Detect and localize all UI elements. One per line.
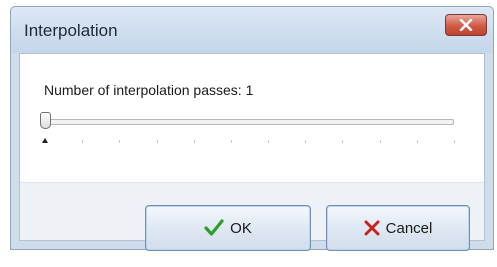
slider-tick <box>416 140 418 143</box>
slider-current-tick-marker <box>42 138 48 143</box>
slider-tick <box>119 140 121 143</box>
slider-tick <box>305 140 307 143</box>
slider-tick <box>193 140 195 143</box>
passes-label-row: Number of interpolation passes: 1 <box>44 82 253 98</box>
slider-tick <box>268 140 270 143</box>
slider-tick <box>156 140 158 143</box>
slider-tick <box>230 140 232 143</box>
close-x-icon <box>459 19 473 31</box>
content-area: Number of interpolation passes: 1 <box>20 54 484 182</box>
slider-tick <box>454 140 455 143</box>
title-bar[interactable]: Interpolation <box>11 7 493 53</box>
slider-thumb[interactable] <box>40 112 51 129</box>
ok-label: OK <box>230 219 252 237</box>
interpolation-dialog: Interpolation Number of interpolation pa… <box>10 6 494 251</box>
slider-track[interactable] <box>44 119 454 125</box>
slider-tick <box>82 140 84 143</box>
cancel-button[interactable]: Cancel <box>326 205 470 251</box>
slider-tick <box>342 140 344 143</box>
dialog-title: Interpolation <box>24 21 118 40</box>
checkmark-icon <box>204 219 224 236</box>
button-bar: OK Cancel <box>20 182 484 251</box>
passes-value: 1 <box>245 82 254 98</box>
slider-tick <box>379 140 381 143</box>
ok-button[interactable]: OK <box>145 205 311 251</box>
close-button[interactable] <box>445 14 487 36</box>
passes-label: Number of interpolation passes: <box>44 82 242 98</box>
dialog-body: Number of interpolation passes: 1 OK Can… <box>19 53 485 251</box>
cross-icon <box>364 220 380 236</box>
slider-ticks <box>42 138 455 148</box>
cancel-label: Cancel <box>385 219 433 237</box>
